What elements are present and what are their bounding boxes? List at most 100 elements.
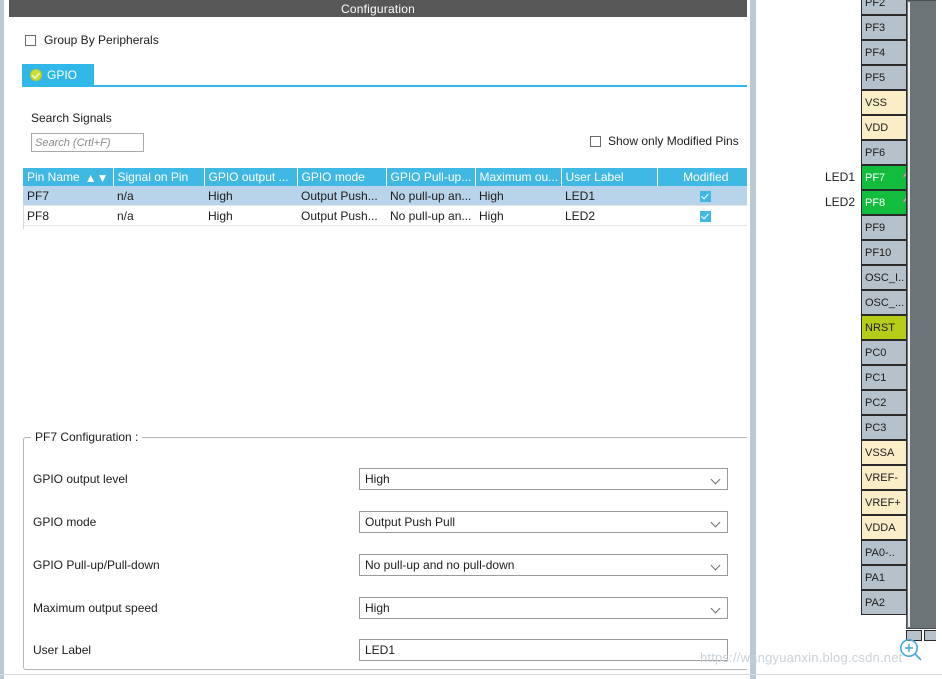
- column-header-gpio-mode[interactable]: GPIO mode: [297, 168, 387, 186]
- column-header-user-label[interactable]: User Label: [561, 168, 658, 186]
- field-label: User Label: [33, 643, 92, 657]
- cell-pin-name: PF8: [23, 205, 113, 226]
- pin-name-label: PF3: [865, 21, 886, 34]
- pin-pf9[interactable]: PF9: [861, 215, 907, 240]
- chevron-down-icon: [712, 476, 720, 484]
- pin-vdd[interactable]: VDD: [861, 115, 907, 140]
- pin-pf7[interactable]: PF7: [861, 165, 907, 190]
- tab-gpio[interactable]: GPIO: [22, 64, 94, 85]
- pin-name-label: PF7: [865, 171, 886, 184]
- pin-connector-icon: [900, 166, 906, 182]
- pin-row: LED2 PF8: [825, 190, 907, 215]
- sort-arrows-icon[interactable]: ▲▼: [85, 171, 109, 185]
- gpio-pullup-pulldown-select[interactable]: No pull-up and no pull-down: [359, 554, 728, 576]
- column-header-modified[interactable]: Modified: [657, 168, 754, 186]
- pin-pf5[interactable]: PF5: [861, 65, 907, 90]
- pin-row: PC3: [861, 415, 907, 440]
- select-value: High: [365, 601, 390, 615]
- pin-row: LED1 PF7: [825, 165, 907, 190]
- table-row[interactable]: PF7 n/a High Output Push... No pull-up a…: [23, 186, 754, 206]
- pin-row: PA0-..: [861, 540, 907, 565]
- pin-nrst[interactable]: NRST: [861, 315, 907, 340]
- pin-pf2[interactable]: PF2: [861, 0, 907, 15]
- pin-pc1[interactable]: PC1: [861, 365, 907, 390]
- chip-pinout-view[interactable]: PF2 PF3 PF4 PF5 VSS VDD PF6 LED1 PF7 LED2 PF8 PF9 PF…: [756, 0, 942, 679]
- configuration-panel: Configuration Group By Peripherals GPIO …: [9, 0, 756, 679]
- pin-name-label: PF6: [865, 146, 886, 159]
- search-input[interactable]: [31, 133, 144, 152]
- pin-pc0[interactable]: PC0: [861, 340, 907, 365]
- pin-pf3[interactable]: PF3: [861, 15, 907, 40]
- pin-name-label: VREF+: [865, 496, 901, 509]
- group-by-peripherals-row[interactable]: Group By Peripherals: [25, 33, 159, 47]
- pin-pa1[interactable]: PA1: [861, 565, 907, 590]
- pin-vref[interactable]: VREF-: [861, 465, 907, 490]
- gpio-output-level-select[interactable]: High: [359, 468, 728, 490]
- pin-row: PF9: [861, 215, 907, 240]
- cell-modified[interactable]: [657, 186, 754, 206]
- gpio-mode-select[interactable]: Output Push Pull: [359, 511, 728, 533]
- user-label-input[interactable]: [359, 639, 728, 661]
- pin-row: VREF-: [861, 465, 907, 490]
- select-value: High: [365, 472, 390, 486]
- pin-vss[interactable]: VSS: [861, 90, 907, 115]
- column-header-max-output[interactable]: Maximum ou...: [475, 168, 562, 186]
- maximum-output-speed-select[interactable]: High: [359, 597, 728, 619]
- pin-row: PF4: [861, 40, 907, 65]
- pin-name-label: PF9: [865, 221, 886, 234]
- panel-title-bar: Configuration: [9, 0, 747, 17]
- pin-pa0[interactable]: PA0-..: [861, 540, 907, 565]
- cell-max-output: High: [475, 186, 561, 206]
- cell-user-label: LED2: [561, 205, 657, 226]
- pin-pa2[interactable]: PA2: [861, 590, 907, 615]
- pin-osci[interactable]: OSC_I..: [861, 265, 907, 290]
- panel-divider-inner: [747, 0, 750, 679]
- pin-name-label: PA2: [865, 596, 885, 609]
- column-header-gpio-output[interactable]: GPIO output ...: [204, 168, 298, 186]
- chevron-down-icon: [712, 605, 720, 613]
- pin-user-label: LED1: [824, 170, 855, 184]
- column-header-gpio-pullup[interactable]: GPIO Pull-up...: [386, 168, 476, 186]
- pin-pc3[interactable]: PC3: [861, 415, 907, 440]
- pin-row: VDD: [861, 115, 907, 140]
- table-row[interactable]: PF8 n/a High Output Push... No pull-up a…: [23, 205, 754, 226]
- cell-gpio-mode: Output Push...: [297, 186, 386, 206]
- column-header-pin-name[interactable]: Pin Name ▲▼: [23, 168, 114, 186]
- pin-pf10[interactable]: PF10: [861, 240, 907, 265]
- chip-view-scrollbar[interactable]: [936, 0, 942, 679]
- tab-strip: GPIO: [22, 64, 747, 87]
- column-header-signal-on-pin[interactable]: Signal on Pin: [113, 168, 205, 186]
- cell-gpio-pullup: No pull-up an...: [386, 205, 475, 226]
- pin-row: VREF+: [861, 490, 907, 515]
- pin-name-label: PA1: [865, 571, 885, 584]
- show-only-modified-label: Show only Modified Pins: [608, 134, 739, 148]
- pin-vref[interactable]: VREF+: [861, 490, 907, 515]
- zoom-in-icon[interactable]: [898, 637, 924, 663]
- pin-column: PF2 PF3 PF4 PF5 VSS VDD PF6 LED1 PF7 LED2 PF8 PF9 PF…: [825, 0, 907, 615]
- cell-pin-name: PF7: [23, 186, 113, 206]
- cell-signal-on-pin: n/a: [113, 186, 204, 206]
- pin-pc2[interactable]: PC2: [861, 390, 907, 415]
- pin-name-label: OSC_I..: [865, 271, 905, 284]
- tab-underline: [22, 85, 747, 87]
- pin-vssa[interactable]: VSSA: [861, 440, 907, 465]
- show-only-modified-row[interactable]: Show only Modified Pins: [590, 134, 739, 148]
- group-by-peripherals-checkbox[interactable]: [25, 34, 36, 46]
- pin-osc[interactable]: OSC_...: [861, 290, 907, 315]
- cell-modified[interactable]: [657, 205, 754, 226]
- pin-row: OSC_...: [861, 290, 907, 315]
- pin-name-label: PF10: [865, 246, 892, 259]
- chip-body-highlight: [908, 2, 910, 627]
- pin-user-label: LED2: [824, 195, 855, 209]
- field-gpio-mode: GPIO mode Output Push Pull: [19, 511, 728, 533]
- pin-row: PC2: [861, 390, 907, 415]
- cell-user-label: LED1: [561, 186, 657, 206]
- field-label: GPIO output level: [33, 472, 128, 486]
- pin-pf4[interactable]: PF4: [861, 40, 907, 65]
- cell-gpio-output: High: [204, 205, 297, 226]
- pin-name-label: NRST: [865, 321, 895, 334]
- pin-pf6[interactable]: PF6: [861, 140, 907, 165]
- pin-pf8[interactable]: PF8: [861, 190, 907, 215]
- pin-vdda[interactable]: VDDA: [861, 515, 907, 540]
- show-only-modified-checkbox[interactable]: [590, 135, 601, 147]
